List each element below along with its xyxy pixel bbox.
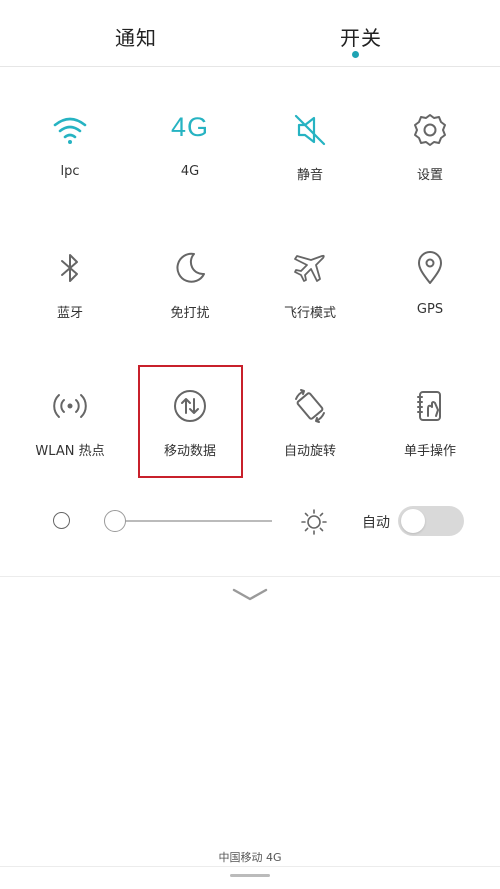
auto-brightness-switch[interactable] bbox=[398, 506, 464, 536]
4g-icon: 4G bbox=[170, 112, 210, 142]
home-indicator[interactable] bbox=[230, 874, 270, 877]
toggle-one-hand-mode[interactable]: 单手操作 bbox=[370, 386, 490, 496]
brightness-low-icon bbox=[53, 512, 70, 529]
location-pin-icon bbox=[410, 248, 450, 288]
one-hand-icon bbox=[410, 386, 450, 426]
toggle-airplane-mode[interactable]: 飞行模式 bbox=[250, 248, 370, 358]
toggle-label: 4G bbox=[180, 164, 200, 179]
hotspot-icon bbox=[50, 386, 90, 426]
auto-brightness-label: 自动 bbox=[362, 515, 390, 531]
toggle-wlan-hotspot[interactable]: WLAN 热点 bbox=[10, 386, 130, 496]
toggle-gps[interactable]: GPS bbox=[370, 248, 490, 358]
mute-icon bbox=[290, 110, 330, 150]
airplane-icon bbox=[290, 248, 330, 288]
wifi-icon bbox=[50, 110, 90, 150]
chevron-down-icon[interactable] bbox=[231, 586, 269, 604]
toggle-do-not-disturb[interactable]: 免打扰 bbox=[130, 248, 250, 358]
toggle-label: 自动旋转 bbox=[283, 444, 336, 459]
toggle-settings[interactable]: 设置 bbox=[370, 110, 490, 220]
gear-icon bbox=[410, 110, 450, 150]
panel-tabs: 通知 开关 bbox=[0, 0, 500, 67]
brightness-row: 自动 bbox=[0, 500, 500, 544]
toggle-label: 飞行模式 bbox=[283, 306, 336, 321]
active-tab-indicator bbox=[352, 51, 359, 58]
toggle-label: lpc bbox=[60, 164, 80, 179]
toggle-label: GPS bbox=[416, 302, 444, 317]
brightness-high-icon bbox=[300, 508, 328, 536]
bottom-divider bbox=[0, 866, 500, 867]
brightness-slider-thumb[interactable] bbox=[104, 510, 126, 532]
toggle-4g[interactable]: 4G 4G bbox=[130, 110, 250, 220]
toggle-auto-rotate[interactable]: 自动旋转 bbox=[250, 386, 370, 496]
toggle-label: 蓝牙 bbox=[56, 306, 83, 321]
bluetooth-icon bbox=[50, 248, 90, 288]
toggle-label: 免打扰 bbox=[170, 306, 210, 321]
mobile-data-highlight-box bbox=[138, 365, 243, 478]
toggle-mute[interactable]: 静音 bbox=[250, 110, 370, 220]
tab-notifications[interactable]: 通知 bbox=[115, 22, 157, 51]
carrier-label: 中国移动 4G bbox=[218, 851, 282, 864]
toggle-label: 静音 bbox=[296, 168, 323, 183]
toggle-label: 设置 bbox=[416, 168, 443, 183]
switch-knob bbox=[401, 509, 425, 533]
moon-icon bbox=[170, 248, 210, 288]
toggle-bluetooth[interactable]: 蓝牙 bbox=[10, 248, 130, 358]
brightness-slider[interactable] bbox=[116, 520, 272, 522]
tab-switches[interactable]: 开关 bbox=[340, 22, 382, 51]
toggle-label: WLAN 热点 bbox=[35, 444, 105, 459]
panel-divider bbox=[0, 576, 500, 577]
toggle-wifi[interactable]: lpc bbox=[10, 110, 130, 220]
toggle-label: 单手操作 bbox=[403, 444, 456, 459]
rotate-icon bbox=[290, 386, 330, 426]
